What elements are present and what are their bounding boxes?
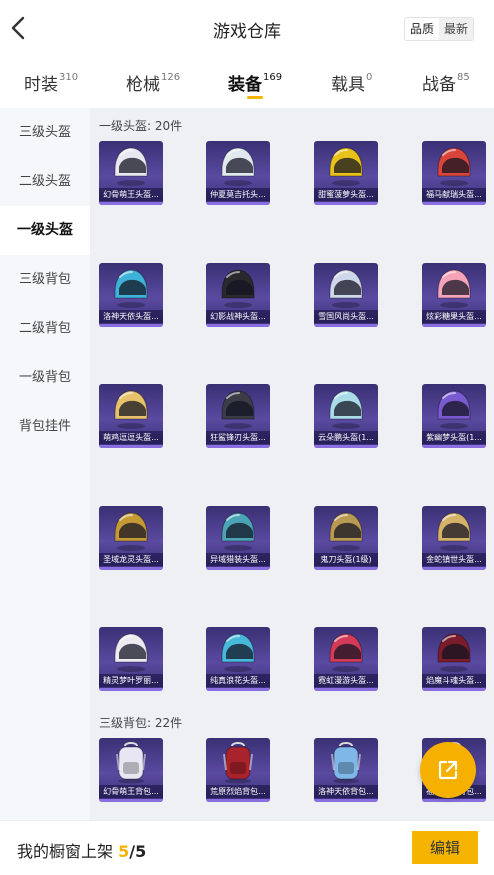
item-name: 荒原烈焰背包...	[206, 785, 270, 798]
item-name: 霓虹漫游头盔...	[314, 674, 378, 687]
showcase-status: 我的橱窗上架 5/5	[17, 842, 147, 861]
section-title-level3-backpack: 三级背包: 22件	[99, 716, 183, 730]
item-card[interactable]: 甜蜜菠萝头盔...	[314, 141, 378, 205]
fairy-helmet-icon	[114, 633, 148, 672]
blue-white-helmet-icon	[114, 268, 148, 308]
item-name: 云朵鹏头盔(1...	[314, 431, 378, 444]
showcase-current: 5	[118, 842, 130, 861]
item-card[interactable]: 圣域龙灵头盔...	[99, 505, 163, 570]
section-title-level1-helmet: 一级头盔: 20件	[99, 119, 183, 133]
share-button[interactable]	[420, 742, 476, 798]
sidebar-item-level3-backpack[interactable]: 三级背包	[0, 255, 90, 304]
footer-bar: 我的橱窗上架 5/5 编辑	[0, 820, 494, 875]
item-card[interactable]: 焰魔斗魂头盔...	[422, 627, 486, 691]
chick-helmet-icon	[114, 390, 148, 429]
edit-button[interactable]: 编辑	[412, 831, 478, 864]
sidebar-item-level1-helmet[interactable]: 一级头盔	[0, 206, 90, 255]
item-name: 异域猎装头盔...	[206, 552, 270, 566]
candy-helmet-icon	[437, 268, 471, 308]
item-card[interactable]: 雪国风尚头盔...	[314, 262, 378, 327]
sort-quality-button[interactable]: 品质	[405, 18, 440, 40]
sidebar-item-backpack-charm[interactable]: 背包挂件	[0, 402, 90, 451]
item-name: 雪国风尚头盔...	[314, 309, 378, 323]
item-card[interactable]: 纯真浪花头盔...	[206, 627, 270, 691]
item-card[interactable]: 幻骨萌王头盔...	[99, 141, 163, 205]
item-card[interactable]: 狂鲨锋刃头盔...	[206, 384, 270, 448]
tab-vehicles[interactable]: 载具0	[331, 70, 372, 95]
item-name: 纯真浪花头盔...	[206, 674, 270, 687]
active-tab-indicator	[247, 96, 263, 99]
item-name: 萌鸡逗逗头盔...	[99, 431, 163, 444]
silver-blue-helmet-icon	[329, 268, 363, 308]
item-name: 洛神天依头盔...	[99, 309, 163, 323]
item-name: 精灵梦叶罗丽...	[99, 674, 163, 687]
item-name: 幻影战神头盔...	[206, 309, 270, 323]
item-name: 狂鲨锋刃头盔...	[206, 431, 270, 444]
shark-helmet-icon	[221, 390, 255, 429]
category-tabs: 时装310 枪械126 装备169 载具0 战备85	[0, 58, 494, 108]
flame-demon-helmet-icon	[437, 633, 471, 672]
item-grid: 一级头盔: 20件 幻骨萌王头盔... 仲夏莫吉托头... 甜蜜菠萝头盔... …	[90, 108, 494, 820]
purple-helmet-icon	[437, 390, 471, 429]
share-icon	[438, 760, 458, 780]
item-name: 仲夏莫吉托头...	[206, 188, 270, 201]
tab-equipment[interactable]: 装备169	[228, 70, 282, 95]
item-name: 福马献瑞头盔...	[422, 188, 486, 201]
sort-latest-button[interactable]: 最新	[439, 18, 474, 40]
item-name: 紫幽梦头盔(1...	[422, 431, 486, 444]
sidebar-item-level3-helmet[interactable]: 三级头盔	[0, 108, 90, 157]
sort-toggle[interactable]: 品质 最新	[404, 17, 475, 41]
item-name: 幻骨萌王头盔...	[99, 188, 163, 201]
wave-helmet-icon	[221, 633, 255, 672]
item-card[interactable]: 洛神天依背包...	[314, 738, 378, 802]
sidebar: 三级头盔 二级头盔 一级头盔 三级背包 二级背包 一级背包 背包挂件	[0, 108, 90, 820]
item-card[interactable]: 紫幽梦头盔(1...	[422, 384, 486, 448]
sidebar-item-level2-helmet[interactable]: 二级头盔	[0, 157, 90, 206]
golden-snake-helmet-icon	[437, 511, 471, 551]
mint-helmet-icon	[221, 147, 255, 186]
header: 游戏仓库 品质 最新	[0, 0, 494, 58]
item-card[interactable]: 萌鸡逗逗头盔...	[99, 384, 163, 448]
item-card[interactable]: 炫彩糖果头盔...	[422, 262, 486, 327]
item-card[interactable]: 霓虹漫游头盔...	[314, 627, 378, 691]
tab-supplies[interactable]: 战备85	[422, 70, 470, 95]
tab-weapons[interactable]: 枪械126	[126, 70, 180, 95]
item-card[interactable]: 鬼刀头盔(1级)	[314, 505, 378, 570]
sidebar-item-level1-backpack[interactable]: 一级背包	[0, 353, 90, 402]
item-name: 焰魔斗魂头盔...	[422, 674, 486, 687]
ghost-blade-helmet-icon	[329, 511, 363, 551]
item-name: 炫彩糖果头盔...	[422, 309, 486, 323]
item-card[interactable]: 幻骨萌王背包...	[99, 738, 163, 802]
item-card[interactable]: 云朵鹏头盔(1...	[314, 384, 378, 448]
pineapple-helmet-icon	[329, 147, 363, 186]
blue-backpack-icon	[331, 742, 361, 784]
tab-fashion[interactable]: 时装310	[24, 70, 78, 95]
item-name: 金蛇镇世头盔...	[422, 552, 486, 566]
item-card[interactable]: 异域猎装头盔...	[206, 505, 270, 570]
teal-pattern-helmet-icon	[221, 511, 255, 551]
showcase-total: 5	[135, 842, 147, 861]
red-green-helmet-icon	[437, 147, 471, 186]
neon-helmet-icon	[329, 633, 363, 672]
item-card[interactable]: 洛神天依头盔...	[99, 262, 163, 327]
item-name: 鬼刀头盔(1级)	[314, 552, 378, 566]
item-card[interactable]: 荒原烈焰背包...	[206, 738, 270, 802]
item-card[interactable]: 精灵梦叶罗丽...	[99, 627, 163, 691]
item-name: 圣域龙灵头盔...	[99, 552, 163, 566]
item-card[interactable]: 福马献瑞头盔...	[422, 141, 486, 205]
item-card[interactable]: 幻影战神头盔...	[206, 262, 270, 327]
white-dragon-backpack-icon	[116, 742, 146, 784]
gold-dragon-helmet-icon	[114, 511, 148, 551]
item-name: 幻骨萌王背包...	[99, 785, 163, 798]
item-card[interactable]: 仲夏莫吉托头...	[206, 141, 270, 205]
item-card[interactable]: 金蛇镇世头盔...	[422, 505, 486, 570]
flame-backpack-icon	[223, 742, 253, 784]
cloud-helmet-icon	[329, 390, 363, 429]
sidebar-item-level2-backpack[interactable]: 二级背包	[0, 304, 90, 353]
black-helmet-icon	[221, 268, 255, 308]
item-name: 洛神天依背包...	[314, 785, 378, 798]
item-name: 甜蜜菠萝头盔...	[314, 188, 378, 201]
white-dragon-helmet-icon	[114, 147, 148, 186]
